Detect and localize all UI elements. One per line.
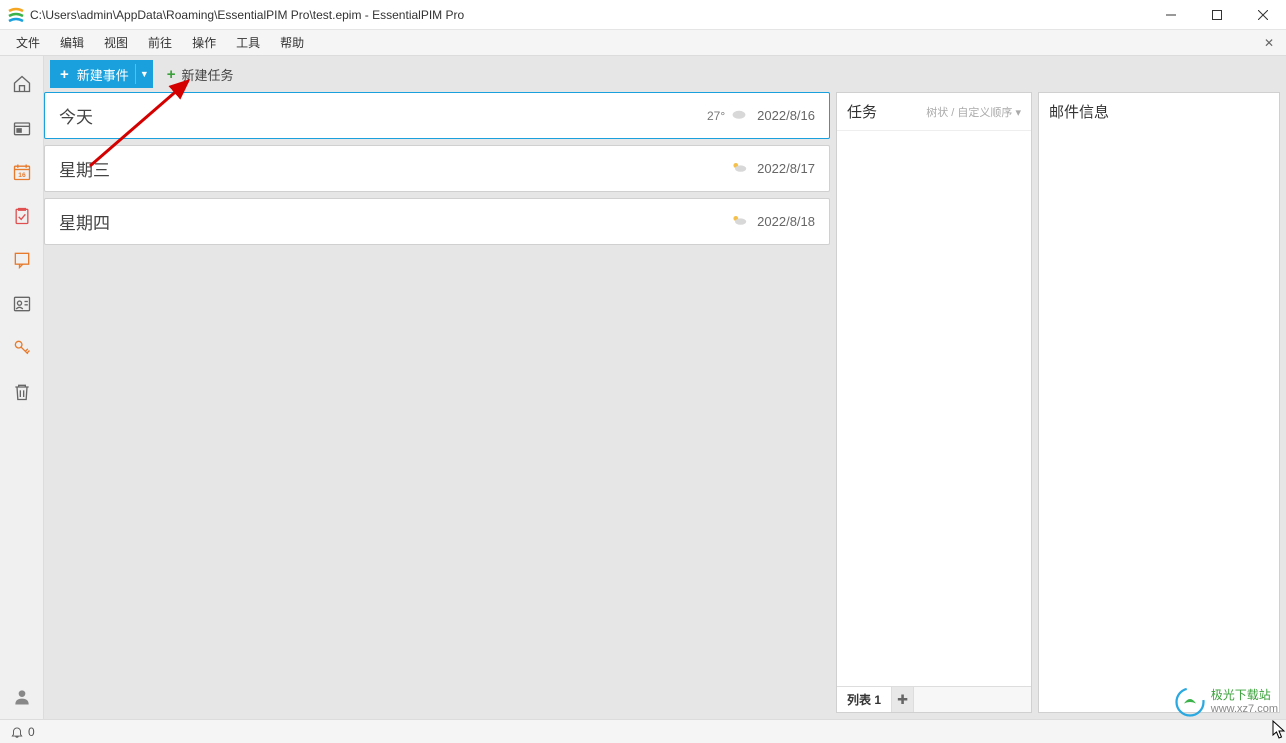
maximize-button[interactable] [1194,0,1240,29]
menubar-close[interactable]: ✕ [1258,34,1280,52]
dropdown-icon[interactable]: ▼ [135,64,153,84]
tasks-title: 任务 [847,101,926,122]
plus-icon: + [50,66,77,83]
new-event-label: 新建事件 [77,65,135,84]
day-date: 2022/8/18 [757,214,815,229]
watermark: 极光下载站 www.xz7.com [1175,687,1278,717]
close-button[interactable] [1240,0,1286,29]
agenda-day[interactable]: 星期四 2022/8/18 [44,198,830,245]
reminders-indicator[interactable]: 0 [10,725,35,739]
sidebar-passwords[interactable] [4,330,40,366]
day-label: 星期三 [59,156,731,181]
svg-text:16: 16 [18,172,26,179]
watermark-url: www.xz7.com [1211,703,1278,715]
menu-item[interactable]: 帮助 [270,31,314,54]
columns: 今天27° 2022/8/16 星期三 2022/8/17 星期四 2022/8/18 任… [44,92,1286,719]
sidebar-tasks[interactable] [4,198,40,234]
sidebar-user[interactable] [4,679,40,715]
menubar: 文件编辑视图前往操作工具帮助 ✕ [0,30,1286,56]
day-temp: 27° [707,109,725,123]
reminders-count: 0 [28,725,35,739]
bell-icon [10,725,24,739]
tasks-body [837,131,1031,686]
main-area: 16 + 新建事件 ▼ + [0,56,1286,719]
tasks-tabs: 列表 1 ✚ [837,686,1031,712]
agenda-day[interactable]: 星期三 2022/8/17 [44,145,830,192]
day-date: 2022/8/17 [757,161,815,176]
window-controls [1148,0,1286,29]
sidebar-contacts[interactable] [4,286,40,322]
new-task-label: 新建任务 [182,65,234,84]
sidebar-trash[interactable] [4,374,40,410]
weather-icon [731,160,757,178]
window-title: C:\Users\admin\AppData\Roaming\Essential… [30,8,1148,22]
day-label: 星期四 [59,209,731,234]
weather-icon [731,213,757,231]
day-date: 2022/8/16 [757,108,815,123]
new-task-button[interactable]: + 新建任务 [167,60,234,88]
agenda-panel: 今天27° 2022/8/16 星期三 2022/8/17 星期四 2022/8/18 [44,92,830,713]
new-event-button[interactable]: + 新建事件 ▼ [50,60,153,88]
tasks-sort-dropdown[interactable]: 树状 / 自定义顺序 ▾ [926,104,1021,120]
titlebar: C:\Users\admin\AppData\Roaming\Essential… [0,0,1286,30]
mail-panel: 邮件信息 [1038,92,1280,713]
menu-item[interactable]: 视图 [94,31,138,54]
agenda-day[interactable]: 今天27° 2022/8/16 [44,92,830,139]
plus-icon: + [167,66,176,83]
menu-item[interactable]: 编辑 [50,31,94,54]
sidebar-notes[interactable] [4,242,40,278]
menu-item[interactable]: 前往 [138,31,182,54]
menu-item[interactable]: 操作 [182,31,226,54]
day-label: 今天 [59,103,707,128]
menu-item[interactable]: 工具 [226,31,270,54]
sidebar: 16 [0,56,44,719]
content: + 新建事件 ▼ + 新建任务 今天27° 2022/8/16 星期三 2022/8/… [44,56,1286,719]
tasks-header: 任务 树状 / 自定义顺序 ▾ [837,93,1031,131]
minimize-button[interactable] [1148,0,1194,29]
toolbar: + 新建事件 ▼ + 新建任务 [44,56,1286,92]
sidebar-calendar[interactable]: 16 [4,154,40,190]
tasks-panel: 任务 树状 / 自定义顺序 ▾ 列表 1 ✚ [836,92,1032,713]
menu-item[interactable]: 文件 [6,31,50,54]
sidebar-today[interactable] [4,110,40,146]
add-tab-button[interactable]: ✚ [892,687,914,712]
watermark-logo [1175,687,1205,717]
statusbar: 0 [0,719,1286,743]
watermark-name: 极光下载站 [1211,689,1278,702]
tasks-tab[interactable]: 列表 1 [837,687,892,712]
weather-icon [731,107,757,125]
sidebar-home[interactable] [4,66,40,102]
app-icon [8,7,24,23]
mail-title: 邮件信息 [1049,101,1269,122]
